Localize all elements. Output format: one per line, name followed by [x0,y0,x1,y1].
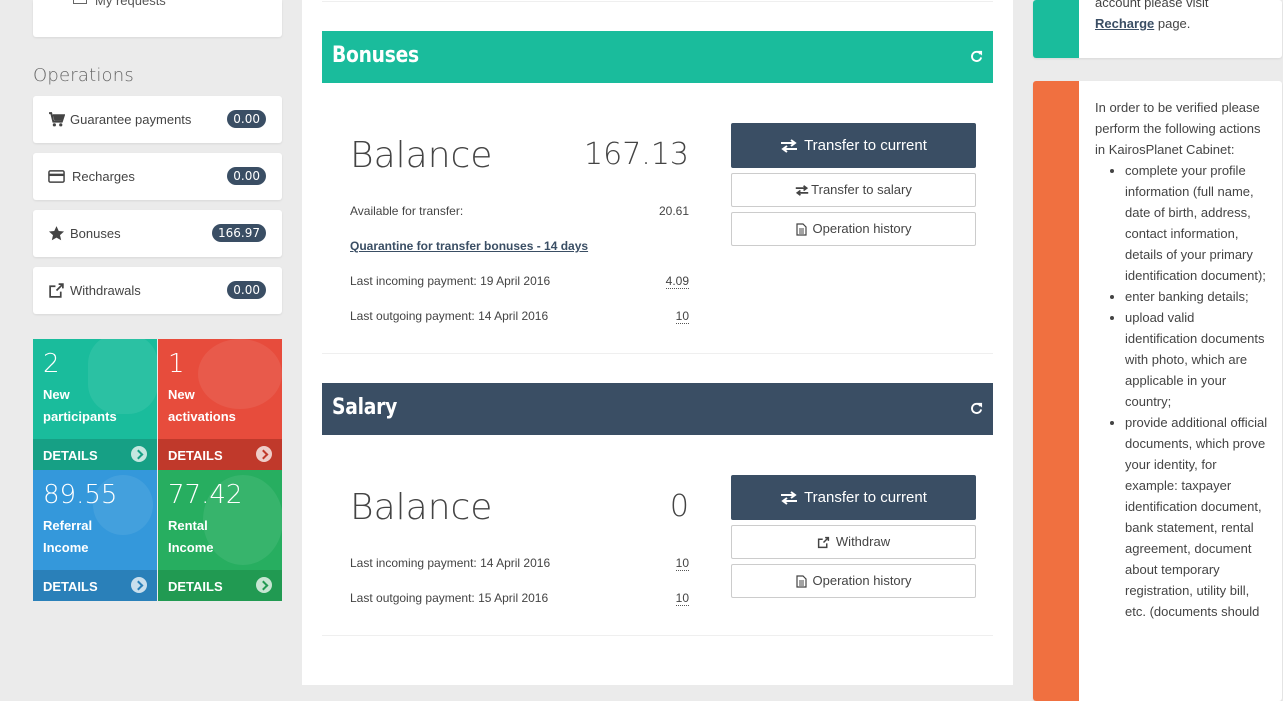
last-incoming-value[interactable]: 10 [589,556,689,571]
recharge-notice-text: account please visit Recharge page. [1095,0,1209,31]
document-icon [795,575,807,588]
salary-transfer-to-current-button[interactable]: Transfer to current [731,475,976,520]
verification-intro: In order to be verified please perform t… [1095,100,1261,157]
list-item: complete your profile information (full … [1125,160,1270,286]
star-icon [48,226,65,241]
divider [322,1,993,2]
share-icon [49,283,64,298]
transfer-to-salary-button[interactable]: Transfer to salary [731,173,976,207]
available-label: Available for transfer: [350,204,464,218]
tile-footer[interactable]: DETAILS [33,439,157,470]
tile-new-activations: 1 New activations DETAILS [158,339,282,470]
op-guarantee-payments[interactable]: Guarantee payments 0.00 [33,96,282,143]
divider [322,353,993,354]
salary-header: Salary [322,383,993,435]
op-withdrawals[interactable]: Withdrawals 0.00 [33,267,282,314]
exchange-icon [781,139,798,153]
tile-label: Rental Income [168,518,214,555]
op-label: Recharges [72,169,135,184]
salary-balance-label: Balance [350,487,493,528]
verification-list: complete your profile information (full … [1095,160,1270,622]
op-label: Withdrawals [70,283,141,298]
tile-label: Referral Income [43,518,93,555]
bonuses-balance-label: Balance [350,135,493,176]
op-bonuses[interactable]: Bonuses 166.97 [33,210,282,257]
last-incoming-value[interactable]: 4.09 [589,274,689,289]
op-badge: 0.00 [227,281,266,299]
exchange-icon [781,491,798,505]
my-requests-card: My requests [33,0,282,37]
list-item: enter banking details; [1125,286,1270,307]
refresh-icon[interactable] [970,50,983,63]
notice-strip [1033,81,1079,701]
op-badge: 166.97 [212,224,266,242]
verification-text: In order to be verified please perform t… [1095,97,1270,622]
refresh-icon[interactable] [970,402,983,415]
last-incoming-label: Last incoming payment: 19 April 2016 [350,274,551,288]
op-badge: 0.00 [227,167,266,185]
details-link[interactable]: DETAILS [168,579,223,594]
tile-label: New activations [168,387,236,424]
credit-card-icon [48,170,65,183]
op-recharges[interactable]: Recharges 0.00 [33,153,282,200]
bonuses-balance-value: 167.13 [584,137,689,172]
list-icon [73,0,87,4]
op-label: Guarantee payments [70,112,192,127]
salary-title: Salary [332,395,397,420]
document-icon [795,223,807,236]
arrow-right-circle-icon [256,577,272,593]
last-outgoing-value[interactable]: 10 [589,309,689,324]
tile-new-participants: 2 New participants DETAILS [33,339,157,470]
tile-value: 1 [168,349,185,379]
bonuses-operation-history-button[interactable]: Operation history [731,212,976,246]
operations-title: Operations [33,65,134,86]
notice-strip [1033,0,1079,58]
tile-value: 89.55 [43,480,118,510]
tile-label: New participants [43,387,117,424]
available-value: 20.61 [658,204,689,218]
arrow-right-circle-icon [131,446,147,462]
recharge-notice-card: account please visit Recharge page. [1033,0,1282,58]
salary-balance-value: 0 [669,489,689,524]
quarantine-link[interactable]: Quarantine for transfer bonuses - 14 day… [350,239,588,253]
details-link[interactable]: DETAILS [43,579,98,594]
cart-icon [49,112,65,127]
share-icon [817,536,830,549]
divider [322,635,993,636]
tile-footer[interactable]: DETAILS [33,570,157,601]
recharge-link[interactable]: Recharge [1095,16,1154,31]
withdraw-button[interactable]: Withdraw [731,525,976,559]
my-requests-link[interactable]: My requests [95,0,166,8]
bonuses-title: Bonuses [332,43,419,68]
list-item: provide additional official documents, w… [1125,412,1270,622]
verification-card: In order to be verified please perform t… [1033,81,1282,701]
transfer-to-current-button[interactable]: Transfer to current [731,123,976,168]
arrow-right-circle-icon [131,577,147,593]
salary-operation-history-button[interactable]: Operation history [731,564,976,598]
bonuses-header: Bonuses [322,31,993,83]
exchange-icon [795,185,809,196]
details-link[interactable]: DETAILS [168,448,223,463]
details-link[interactable]: DETAILS [43,448,98,463]
op-label: Bonuses [70,226,121,241]
tile-value: 77.42 [168,480,243,510]
arrow-right-circle-icon [256,446,272,462]
tile-value: 2 [43,349,60,379]
tile-referral-income: 89.55 Referral Income DETAILS [33,470,157,601]
op-badge: 0.00 [227,110,266,128]
list-item: upload valid identification documents wi… [1125,307,1270,412]
tile-rental-income: 77.42 Rental Income DETAILS [158,470,282,601]
last-outgoing-label: Last outgoing payment: 14 April 2016 [350,309,549,323]
tile-footer[interactable]: DETAILS [158,570,282,601]
last-incoming-label: Last incoming payment: 14 April 2016 [350,556,551,570]
last-outgoing-label: Last outgoing payment: 15 April 2016 [350,591,549,605]
last-outgoing-value[interactable]: 10 [589,591,689,606]
tile-footer[interactable]: DETAILS [158,439,282,470]
